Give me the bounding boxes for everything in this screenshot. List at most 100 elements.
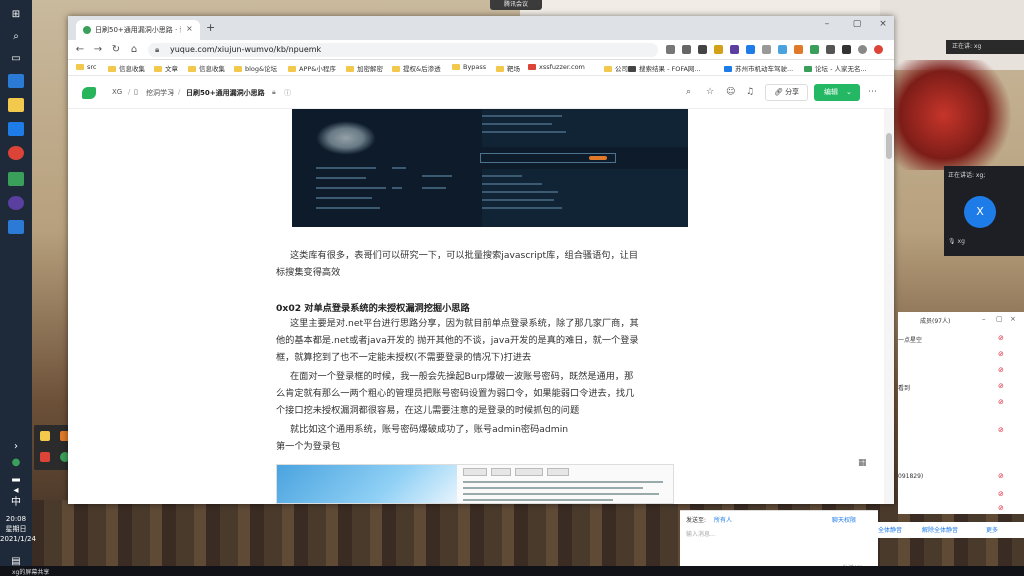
mic-off-icon[interactable]: ⊘ [998, 504, 1004, 512]
member-row[interactable]: 一点星空 ⊘ [898, 332, 1024, 348]
task-view-icon[interactable]: ▭ [8, 52, 24, 66]
info-icon[interactable]: ⓘ [284, 88, 291, 98]
bookmark-item[interactable]: xssfuzzer.com [528, 63, 585, 71]
star-icon[interactable]: ☆ [706, 87, 714, 97]
chevron-down-icon[interactable]: ⌄ [846, 88, 852, 96]
edge-icon[interactable] [8, 74, 24, 88]
search-icon[interactable]: ⌕ [686, 87, 691, 97]
tray-app-icon[interactable] [40, 452, 50, 462]
install-icon[interactable] [666, 45, 675, 54]
minimize-icon[interactable]: – [818, 19, 836, 29]
extensions-puzzle-icon[interactable] [842, 45, 851, 54]
bookmark-item[interactable]: APP&小程序 [288, 63, 336, 73]
extension-icon[interactable] [778, 45, 787, 54]
user-icon[interactable]: ☺ [726, 87, 735, 97]
edit-button[interactable]: 编辑 ⌄ [814, 84, 860, 101]
bookmark-star-icon[interactable] [682, 45, 691, 54]
mic-off-icon[interactable]: ⊘ [998, 334, 1004, 342]
breadcrumb-user[interactable]: XG [112, 88, 122, 96]
more-icon[interactable]: ⋯ [868, 87, 877, 97]
share-button[interactable]: 🔗︎ 分享 [765, 84, 808, 101]
mic-off-icon[interactable]: ⊘ [998, 398, 1004, 406]
bookmark-item[interactable]: 信息收集 [108, 63, 145, 73]
network-icon[interactable]: ▂ [8, 470, 24, 484]
tray-app-icon[interactable] [40, 431, 50, 441]
member-row[interactable]: ⊘ [898, 502, 1024, 518]
member-row[interactable]: 看到 ⊘ [898, 380, 1024, 396]
bookmark-item[interactable]: 公司 [604, 63, 628, 73]
url-text[interactable]: yuque.com/xiujun-wumvo/kb/npuemk [170, 45, 321, 54]
bookmark-item[interactable]: 加密解密 [346, 63, 383, 73]
profile-icon[interactable] [858, 45, 867, 54]
close-icon[interactable]: × [1010, 315, 1016, 323]
app-icon[interactable] [8, 172, 24, 186]
member-row[interactable]: ⊘ [898, 424, 1024, 440]
more-button[interactable]: 更多 [986, 525, 998, 534]
extension-icon[interactable] [746, 45, 755, 54]
breadcrumb-doc[interactable]: 日刷50+通用漏洞小思路 [186, 88, 265, 98]
new-tab-button[interactable]: + [206, 21, 215, 34]
close-tab-icon[interactable]: × [186, 24, 193, 33]
mic-off-icon[interactable]: ⊘ [998, 472, 1004, 480]
bookmark-item[interactable]: 文章 [154, 63, 178, 73]
minimize-icon[interactable]: – [982, 315, 986, 323]
maximize-icon[interactable]: ▢ [996, 315, 1003, 323]
bookmark-item[interactable]: 搜索结果 - FOFA网... [628, 63, 701, 73]
lock-icon[interactable]: 🔒︎ [155, 45, 159, 55]
member-row[interactable]: ⊘ [898, 396, 1024, 412]
mic-off-icon[interactable]: ⊘ [998, 382, 1004, 390]
bookmark-item[interactable]: Bypass [452, 63, 486, 71]
forward-icon[interactable]: → [92, 44, 104, 55]
tencent-meeting-icon[interactable] [8, 220, 24, 234]
bookmark-item[interactable]: blog&论坛 [234, 63, 277, 73]
file-explorer-icon[interactable] [8, 98, 24, 112]
extension-icon[interactable] [810, 45, 819, 54]
chevron-up-icon[interactable]: › [8, 440, 24, 454]
app-icon[interactable] [8, 122, 24, 136]
extension-icon[interactable] [794, 45, 803, 54]
extension-icon[interactable] [762, 45, 771, 54]
scrollbar-thumb[interactable] [886, 133, 892, 159]
clock[interactable]: 20:08 星期日 2021/1/24 [0, 514, 36, 544]
chat-permission-button[interactable]: 聊天权限 [832, 515, 856, 524]
back-icon[interactable]: ← [74, 44, 86, 55]
bookmark-item[interactable]: 提权&后渗透 [392, 63, 441, 73]
url-field[interactable]: 🔒︎ yuque.com/xiujun-wumvo/kb/npuemk [148, 43, 658, 57]
grid-icon[interactable]: ▦ [858, 458, 867, 468]
search-icon[interactable]: ⌕ [8, 30, 24, 44]
extension-icon[interactable] [826, 45, 835, 54]
member-row[interactable]: 091829) ⊘ [898, 470, 1024, 486]
bookmark-item[interactable]: 苏州市机动车驾驶... [724, 63, 793, 73]
chrome-icon[interactable] [8, 146, 24, 160]
close-window-icon[interactable]: × [874, 19, 892, 29]
mic-off-icon[interactable]: ⊘ [998, 490, 1004, 498]
menu-icon[interactable] [874, 45, 883, 54]
bookmark-item[interactable]: 靶场 [496, 63, 520, 73]
bell-icon[interactable]: ♫ [746, 87, 754, 97]
mic-off-icon[interactable]: ⊘ [998, 426, 1004, 434]
bookmark-item[interactable]: 论坛 - 人家无名... [804, 63, 867, 73]
meeting-status-bar[interactable]: 腾讯会议 [490, 0, 542, 10]
mic-off-icon[interactable]: ⊘ [998, 366, 1004, 374]
extension-icon[interactable] [730, 45, 739, 54]
bookmark-item[interactable]: src [76, 63, 97, 71]
reload-icon[interactable]: ↻ [110, 44, 122, 55]
home-icon[interactable]: ⌂ [128, 44, 140, 55]
chat-input[interactable]: 输入消息... [686, 529, 716, 538]
member-row[interactable]: ⊘ [898, 348, 1024, 364]
app-icon[interactable] [8, 196, 24, 210]
tray-icon[interactable]: ● [8, 456, 24, 470]
maximize-icon[interactable]: ▢ [848, 19, 866, 29]
bookmark-item[interactable]: 信息收集 [188, 63, 225, 73]
mute-all-button[interactable]: 全体静音 [878, 525, 902, 534]
start-icon[interactable]: ⊞ [8, 8, 24, 22]
browser-tab[interactable]: 日刷50+通用漏洞小思路 · 语雀 × [76, 20, 200, 40]
member-row[interactable]: ⊘ [898, 364, 1024, 380]
extension-icon[interactable] [714, 45, 723, 54]
ime-indicator[interactable]: 中 [8, 496, 24, 510]
extension-icon[interactable] [698, 45, 707, 54]
yuque-logo-icon[interactable] [82, 87, 96, 99]
scrollbar[interactable] [884, 109, 894, 504]
unmute-all-button[interactable]: 解除全体静音 [922, 525, 958, 534]
mic-off-icon[interactable]: ⊘ [998, 350, 1004, 358]
